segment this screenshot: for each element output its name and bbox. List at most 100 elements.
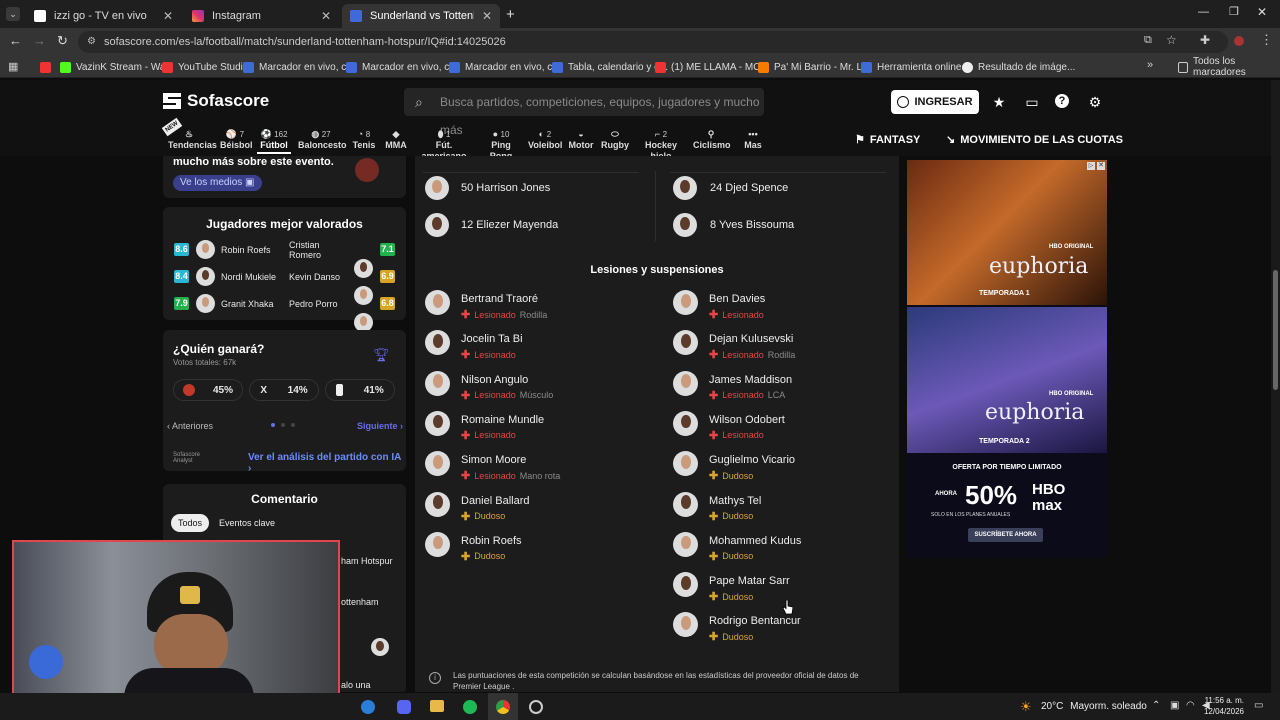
- apps-grid-icon[interactable]: ▦: [8, 60, 18, 73]
- notifications-icon[interactable]: ▭: [1254, 700, 1263, 711]
- spotify-icon[interactable]: [463, 700, 477, 714]
- back-icon[interactable]: ←: [9, 33, 22, 48]
- tv-icon[interactable]: ▭: [1024, 94, 1040, 110]
- injury-row[interactable]: Romaine Mundle ✚ Lesionado: [425, 410, 645, 442]
- sport-tab-motor[interactable]: ◒ Motor: [568, 129, 594, 151]
- search-input[interactable]: ⌕ Busca partidos, competiciones, equipos…: [404, 88, 764, 137]
- injury-row[interactable]: Robin Roefs ✚ Dudoso: [425, 531, 645, 563]
- more-bookmarks-icon[interactable]: »: [1147, 59, 1153, 71]
- injury-row[interactable]: Wilson Odobert ✚ Lesionado: [673, 410, 893, 442]
- bookmark-item[interactable]: [40, 59, 51, 75]
- injury-row[interactable]: Simon Moore ✚ Lesionado Mano rota: [425, 451, 645, 482]
- file-explorer-icon[interactable]: [430, 700, 444, 712]
- weather-widget[interactable]: 20°C Mayorm. soleado: [1041, 701, 1147, 712]
- login-button[interactable]: INGRESAR: [891, 90, 979, 114]
- vote-draw-button[interactable]: X 14%: [249, 379, 319, 401]
- url-field[interactable]: ⚙ sofascore.com/es-la/football/match/sun…: [78, 31, 1228, 53]
- site-info-icon[interactable]: ⚙: [87, 31, 96, 53]
- close-tab-icon[interactable]: ✕: [163, 9, 173, 23]
- clock[interactable]: 11:56 a. m. 12/04/2026: [1200, 695, 1244, 717]
- top-player-row[interactable]: 8.6 Robin Roefs Cristian Romero 7.1: [173, 240, 396, 278]
- injury-row[interactable]: Ben Davies ✚ Lesionado: [673, 290, 893, 321]
- obs-icon[interactable]: [529, 700, 543, 714]
- sport-tab-baloncesto[interactable]: ◍ 27 Baloncesto: [298, 129, 347, 151]
- browser-tab-sofascore[interactable]: Sunderland vs Tottenham Hotsp ✕: [342, 4, 500, 28]
- ai-analysis-card[interactable]: Sofascore Analyst Ver el análisis del pa…: [163, 445, 406, 474]
- bookmark-item[interactable]: VazinK Stream - Wa...: [60, 59, 174, 75]
- tray-overflow-icon[interactable]: ⌃: [1152, 700, 1160, 711]
- bench-player-row[interactable]: 24 Djed Spence: [673, 176, 893, 200]
- top-player-row[interactable]: 8.4 Nordi Mukiele Kevin Danso 6.9: [173, 267, 396, 305]
- reload-icon[interactable]: ↻: [57, 33, 68, 49]
- hbo-max-advertisement[interactable]: ▷ ✕ HBO ORIGINAL euphoria TEMPORADA 1 HB…: [907, 160, 1107, 558]
- next-link[interactable]: Siguiente ›: [357, 421, 403, 431]
- bench-player-row[interactable]: 50 Harrison Jones: [425, 176, 645, 200]
- forward-icon[interactable]: →: [33, 33, 46, 48]
- restore-icon[interactable]: ❐: [1229, 5, 1239, 18]
- bookmark-item[interactable]: YouTube Studio: [162, 59, 248, 75]
- taskbar-chrome-active[interactable]: [488, 693, 518, 720]
- bookmark-item[interactable]: (1) ME LLAMA - MO...: [655, 59, 769, 75]
- bench-player-row[interactable]: 12 Eliezer Mayenda: [425, 213, 645, 237]
- odds-movement-link[interactable]: ↘ MOVIMIENTO DE LAS CUOTAS: [946, 133, 1123, 146]
- ai-analysis-link[interactable]: Ver el análisis del partido con IA ›: [248, 452, 406, 474]
- bench-player-row[interactable]: 8 Yves Bissouma: [673, 213, 893, 237]
- sport-tab-mas[interactable]: ••• Mas: [740, 129, 766, 151]
- previous-link[interactable]: ‹ Anteriores: [167, 421, 213, 431]
- scrollbar-thumb[interactable]: [1273, 270, 1278, 390]
- injury-row[interactable]: Mathys Tel ✚ Dudoso: [673, 491, 893, 523]
- bookmark-item[interactable]: Marcador en vivo, c...: [243, 59, 355, 75]
- injury-row[interactable]: Bertrand Traoré ✚ Lesionado Rodilla: [425, 290, 645, 321]
- vote-away-button[interactable]: 41%: [325, 379, 395, 401]
- network-icon[interactable]: ▣: [1170, 700, 1179, 711]
- tab-search-icon[interactable]: ⌄: [6, 7, 20, 21]
- bookmark-item[interactable]: Marcador en vivo, c...: [449, 59, 561, 75]
- sport-tab-tenis[interactable]: ◔ 8 Tenis: [351, 129, 377, 151]
- pager-dot-active[interactable]: [271, 423, 275, 427]
- comments-tab-key[interactable]: Eventos clave: [217, 514, 277, 532]
- browser-tab-izzi[interactable]: izzi go - TV en vivo ✕: [26, 4, 181, 28]
- page-scrollbar[interactable]: [1271, 80, 1280, 693]
- injury-row[interactable]: Dejan Kulusevski ✚ Lesionado Rodilla: [673, 330, 893, 361]
- settings-gear-icon[interactable]: ⚙: [1087, 94, 1103, 110]
- minimize-icon[interactable]: —: [1198, 6, 1209, 18]
- ad-choices-icon[interactable]: ▷: [1087, 162, 1095, 170]
- sport-tab-mma[interactable]: ◆ MMA: [384, 129, 408, 151]
- sport-tab-rugby[interactable]: ⬭ Rugby: [601, 129, 629, 151]
- ad-close-icon[interactable]: ✕: [1097, 162, 1105, 170]
- injury-row[interactable]: Guglielmo Vicario ✚ Dudoso: [673, 451, 893, 482]
- injury-row[interactable]: Jocelin Ta Bi ✚ Lesionado: [425, 330, 645, 361]
- bookmark-item[interactable]: Marcador en vivo, c...: [346, 59, 458, 75]
- wifi-icon[interactable]: ◠: [1186, 700, 1195, 711]
- new-tab-icon[interactable]: +: [506, 6, 515, 23]
- bookmark-item[interactable]: Tabla, calendario y e...: [552, 59, 668, 75]
- bookmark-item[interactable]: Resultado de imáge...: [962, 59, 1075, 75]
- discord-icon[interactable]: [397, 700, 411, 714]
- fantasy-link[interactable]: ⚑ FANTASY: [855, 133, 920, 146]
- window-close-icon[interactable]: ✕: [1257, 5, 1267, 19]
- browser-tab-instagram[interactable]: Instagram ✕: [184, 4, 339, 28]
- injury-row[interactable]: Nilson Angulo ✚ Lesionado Músculo: [425, 370, 645, 402]
- close-tab-icon[interactable]: ✕: [321, 9, 331, 23]
- subscribe-button[interactable]: SUSCRÍBETE AHORA: [968, 528, 1043, 542]
- comments-tab-all[interactable]: Todos: [171, 514, 210, 532]
- view-media-button[interactable]: Ve los medios ▣: [173, 175, 262, 191]
- sport-tab-beisbol[interactable]: ⚾ 7 Béisbol: [220, 129, 253, 151]
- injury-row[interactable]: Pape Matar Sarr ✚ Dudoso: [673, 572, 893, 603]
- menu-icon[interactable]: ⋮: [1260, 32, 1273, 48]
- top-player-row[interactable]: 7.9 Granit Xhaka Pedro Porro 6.8: [173, 294, 396, 332]
- sport-tab-futbol[interactable]: ⚽ 162 Fútbol: [257, 129, 291, 154]
- sport-tab-ciclismo[interactable]: ⚲ Ciclismo: [693, 129, 731, 151]
- injury-row[interactable]: Mohammed Kudus ✚ Dudoso: [673, 531, 893, 563]
- edge-browser-icon[interactable]: [361, 700, 375, 714]
- extensions-icon[interactable]: ✚: [1200, 33, 1210, 47]
- sofascore-logo[interactable]: Sofascore: [163, 91, 269, 111]
- sport-tab-voleibol[interactable]: ◐ 2 Voleibol: [528, 129, 562, 151]
- bookmark-item[interactable]: Pa' Mi Barrio - Mr. L...: [758, 59, 870, 75]
- profile-avatar[interactable]: [1234, 36, 1244, 46]
- injury-row[interactable]: Daniel Ballard ✚ Dudoso: [425, 491, 645, 523]
- bookmark-item[interactable]: Herramienta online...: [861, 59, 970, 75]
- favorites-star-icon[interactable]: ★: [991, 94, 1007, 110]
- help-icon[interactable]: ?: [1055, 94, 1069, 108]
- pager-dot[interactable]: [281, 423, 285, 427]
